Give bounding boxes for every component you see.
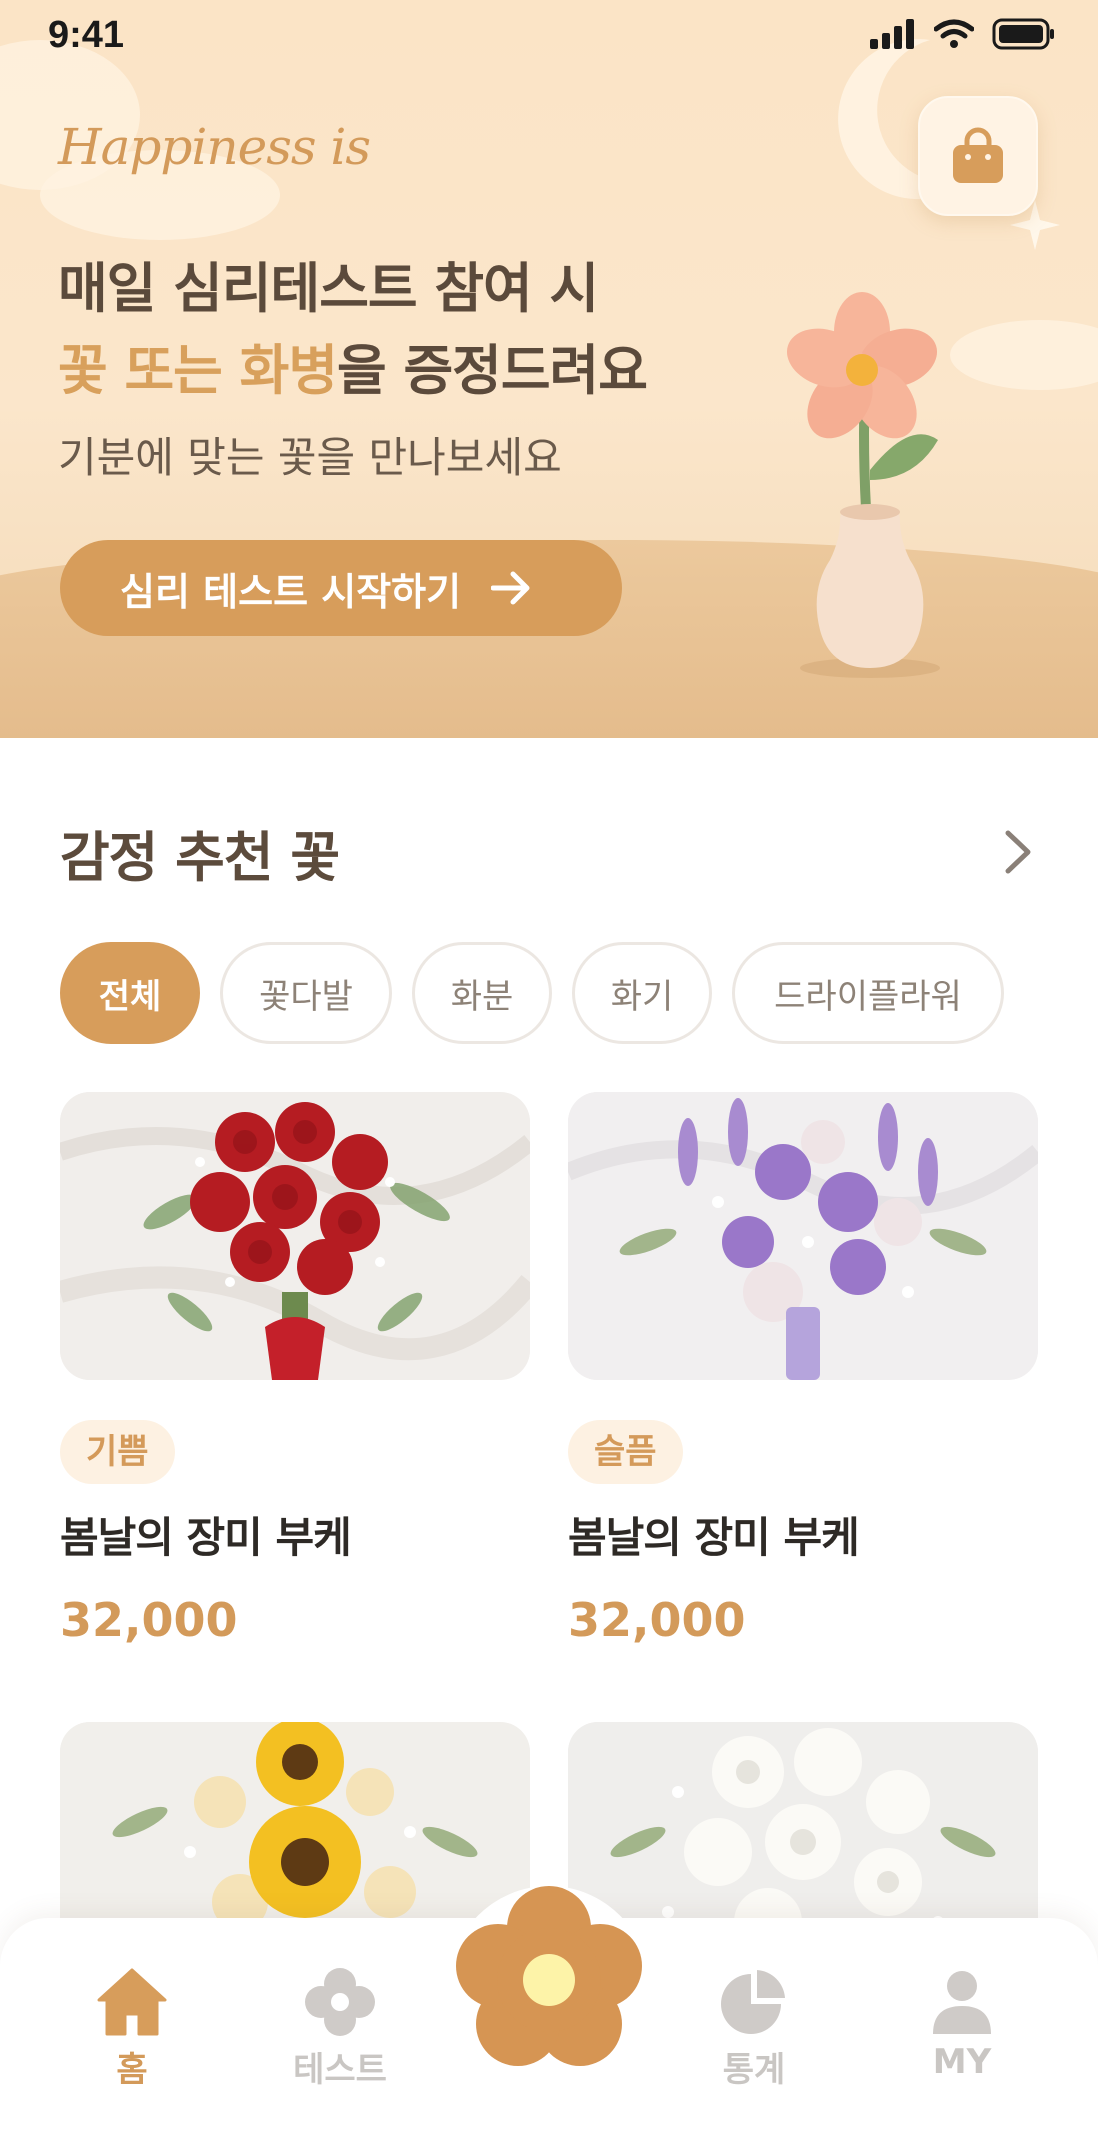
product-name: 봄날의 장미 부케 xyxy=(568,1513,860,1562)
headline-line-1: 매일 심리테스트 참여 시 xyxy=(58,257,599,320)
user-icon xyxy=(933,1971,991,2034)
status-time: 9:41 xyxy=(48,14,125,56)
start-test-label: 심리 테스트 시작하기 xyxy=(120,569,462,614)
nav-item-my[interactable]: MY xyxy=(882,1968,1042,2082)
shopping-bag-button[interactable] xyxy=(918,96,1038,216)
shopping-bag-icon xyxy=(953,127,1003,183)
section-title: 감정 추천 꽃 xyxy=(60,825,340,889)
nav-item-stats[interactable]: 통계 xyxy=(674,1968,834,2091)
nav-item-test[interactable]: 테스트 xyxy=(260,1968,420,2091)
nav-label-stats: 통계 xyxy=(722,2050,786,2090)
status-bar: 9:41 xyxy=(0,0,1098,80)
signal-icon xyxy=(870,19,914,49)
filter-chip-dried-flower[interactable]: 드라이플라워 xyxy=(732,942,1004,1044)
nav-item-home[interactable]: 홈 xyxy=(52,1968,212,2091)
cloud-decoration xyxy=(950,320,1098,390)
pie-chart-icon xyxy=(721,1970,785,2034)
headline-rest: 을 증정드려요 xyxy=(337,339,648,402)
filter-chip-bouquet[interactable]: 꽃다발 xyxy=(220,942,392,1044)
product-image-red-roses xyxy=(60,1092,530,1380)
filter-chip-vase[interactable]: 화기 xyxy=(572,942,712,1044)
product-name: 봄날의 장미 부케 xyxy=(60,1513,352,1562)
wifi-icon xyxy=(934,19,974,48)
headline-line-2: 꽃 또는 화병을 증정드려요 xyxy=(58,330,648,412)
filter-chips: 전체 꽃다발 화분 화기 드라이플라워 xyxy=(60,942,1004,1044)
nav-label-my: MY xyxy=(932,2042,992,2082)
nav-label-home: 홈 xyxy=(116,2050,148,2090)
arrow-right-icon xyxy=(491,571,530,605)
section-header: 감정 추천 꽃 xyxy=(60,812,1038,892)
product-image-purple-bouquet xyxy=(568,1092,1038,1380)
hero-banner: 9:41 Happiness is 매일 심리테스트 참여 시 꽃 또는 화병을… xyxy=(0,0,1098,738)
home-icon xyxy=(97,1968,167,2036)
chevron-right-icon[interactable] xyxy=(998,827,1038,877)
product-card[interactable]: 기쁨 봄날의 장미 부케 32,000 xyxy=(60,1092,530,1647)
flower-vase-illustration xyxy=(786,292,940,678)
filter-chip-all[interactable]: 전체 xyxy=(60,942,200,1044)
center-flower-button[interactable] xyxy=(440,1870,658,2088)
product-price: 32,000 xyxy=(60,1593,238,1647)
headline-accent: 꽃 또는 화병 xyxy=(58,339,338,402)
product-card[interactable]: 슬픔 봄날의 장미 부케 32,000 xyxy=(568,1092,1038,1647)
start-test-button[interactable]: 심리 테스트 시작하기 xyxy=(60,540,622,636)
nav-label-test: 테스트 xyxy=(293,2050,387,2090)
hero-headline: 매일 심리테스트 참여 시 꽃 또는 화병을 증정드려요 xyxy=(58,248,648,412)
mood-badge: 기쁨 xyxy=(60,1420,175,1484)
product-price: 32,000 xyxy=(568,1593,746,1647)
hero-tagline: Happiness is xyxy=(58,118,371,176)
filter-chip-pot[interactable]: 화분 xyxy=(412,942,552,1044)
hero-subline: 기분에 맞는 꽃을 만나보세요 xyxy=(58,433,562,482)
mood-badge: 슬픔 xyxy=(568,1420,683,1484)
battery-icon xyxy=(992,18,1054,50)
flower-icon xyxy=(305,1968,375,2036)
